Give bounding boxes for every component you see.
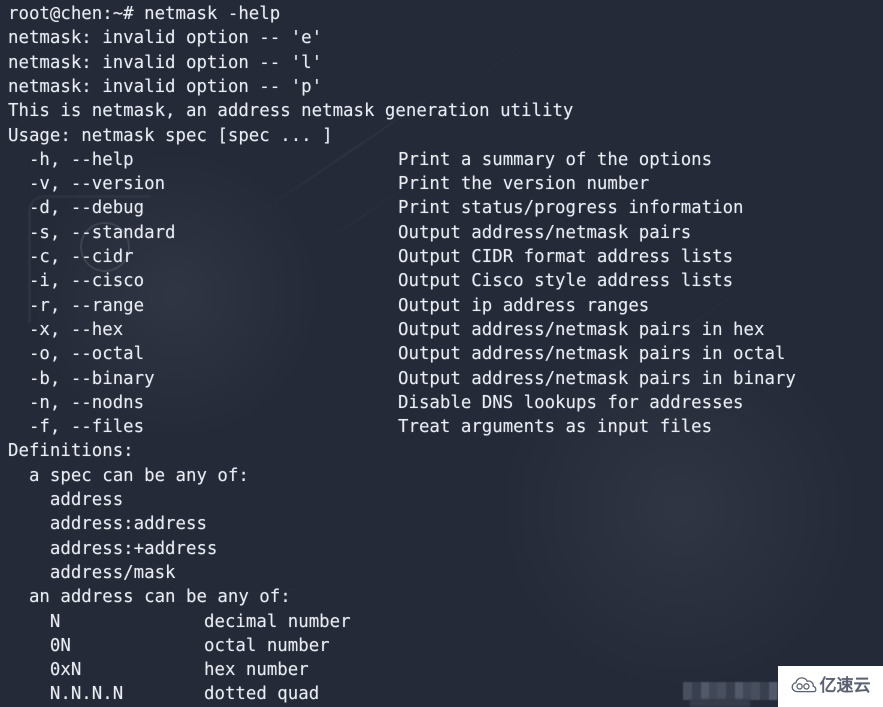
- option-row: -h, --help Print a summary of the options: [8, 148, 712, 172]
- option-flags: -h, --help: [8, 149, 134, 170]
- option-description: Output address/netmask pairs in binary: [398, 368, 796, 389]
- option-description: Output address/netmask pairs: [398, 222, 692, 243]
- address-format-description: hex number: [204, 660, 309, 681]
- option-flags: -c, --cidr: [8, 247, 134, 267]
- spec-header: a spec can be any of:: [8, 465, 249, 486]
- address-header: an address can be any of:: [8, 587, 291, 608]
- cloud-icon: [791, 676, 817, 698]
- option-flags: -r, --range: [8, 295, 145, 316]
- redaction-mosaic-bar: [690, 699, 750, 707]
- option-description: Output CIDR format address lists: [398, 247, 734, 267]
- option-description: Print the version number: [398, 174, 650, 195]
- address-format-row: N.N.N.N dotted quad: [8, 682, 319, 706]
- option-row: -r, --range Output ip address ranges: [8, 294, 649, 318]
- watermark-brand-text: 亿速云: [819, 676, 871, 696]
- spec-item: address: [8, 490, 124, 510]
- address-format-row: 0N octal number: [8, 634, 330, 658]
- option-description: Output address/netmask pairs in hex: [398, 319, 765, 340]
- option-description: Disable DNS lookups for addresses: [398, 392, 744, 413]
- option-row: -f, --files Treat arguments as input file…: [8, 415, 712, 439]
- terminal-window: root@chen:~# netmask -help netmask: inva…: [0, 0, 883, 707]
- address-format-row: 0xN hex number: [8, 658, 309, 682]
- option-flags: -v, --version: [8, 174, 166, 195]
- option-description: Print a summary of the options: [398, 149, 713, 170]
- intro-line: This is netmask, an address netmask gene…: [8, 101, 574, 122]
- option-row: -d, --debug Print status/progress informa…: [8, 196, 744, 220]
- option-row: -o, --octal Output address/netmask pairs …: [8, 342, 785, 366]
- address-format-description: dotted quad: [204, 684, 320, 705]
- option-description: Treat arguments as input files: [398, 417, 713, 438]
- option-flags: -o, --octal: [8, 344, 145, 365]
- option-row: -n, --nodns Disable DNS lookups for addre…: [8, 391, 744, 415]
- option-row: -c, --cidr Output CIDR format address lis…: [8, 245, 733, 269]
- spec-item: address:+address: [8, 538, 218, 559]
- address-format-row: Ndecimal number: [8, 610, 351, 634]
- option-description: Output Cisco style address lists: [398, 271, 734, 292]
- option-row: -v, --version Print the version number: [8, 172, 649, 196]
- option-flags: -d, --debug: [8, 198, 145, 219]
- address-format-key: 0xN: [8, 660, 82, 681]
- address-format-key: N.N.N.N: [8, 684, 124, 705]
- address-format-description: decimal number: [204, 611, 351, 632]
- option-row: -x, --hex Output address/netmask pairs in…: [8, 318, 765, 342]
- option-flags: -b, --binary: [8, 368, 155, 389]
- redaction-mosaic-bar: [683, 682, 778, 700]
- option-row: -i, --cisco Output Cisco style address li…: [8, 269, 733, 293]
- option-flags: -i, --cisco: [8, 271, 145, 292]
- usage-line: Usage: netmask spec [spec ... ]: [8, 125, 333, 146]
- terminal-output[interactable]: root@chen:~# netmask -help netmask: inva…: [0, 0, 883, 707]
- error-line: netmask: invalid option -- 'p': [8, 76, 323, 97]
- option-description: Print status/progress information: [398, 198, 744, 219]
- spec-item: address:address: [8, 514, 207, 535]
- option-description: Output ip address ranges: [398, 295, 650, 316]
- error-line: netmask: invalid option -- 'l': [8, 52, 323, 73]
- option-flags: -x, --hex: [8, 319, 124, 340]
- address-format-key: N: [8, 611, 61, 632]
- address-format-description: octal number: [204, 635, 330, 656]
- definitions-header: Definitions:: [8, 441, 134, 462]
- option-flags: -f, --files: [8, 417, 145, 438]
- address-format-key: 0N: [8, 635, 71, 656]
- shell-prompt-line: root@chen:~# netmask -help: [8, 4, 281, 24]
- option-row: -s, --standard Output address/netmask pai…: [8, 221, 691, 245]
- watermark-badge: 亿速云: [778, 666, 883, 707]
- spec-item: address/mask: [8, 562, 176, 583]
- option-flags: -s, --standard: [8, 222, 176, 243]
- option-description: Output address/netmask pairs in octal: [398, 344, 786, 365]
- option-row: -b, --binary Output address/netmask pairs…: [8, 367, 796, 391]
- error-line: netmask: invalid option -- 'e': [8, 28, 323, 49]
- option-flags: -n, --nodns: [8, 392, 145, 413]
